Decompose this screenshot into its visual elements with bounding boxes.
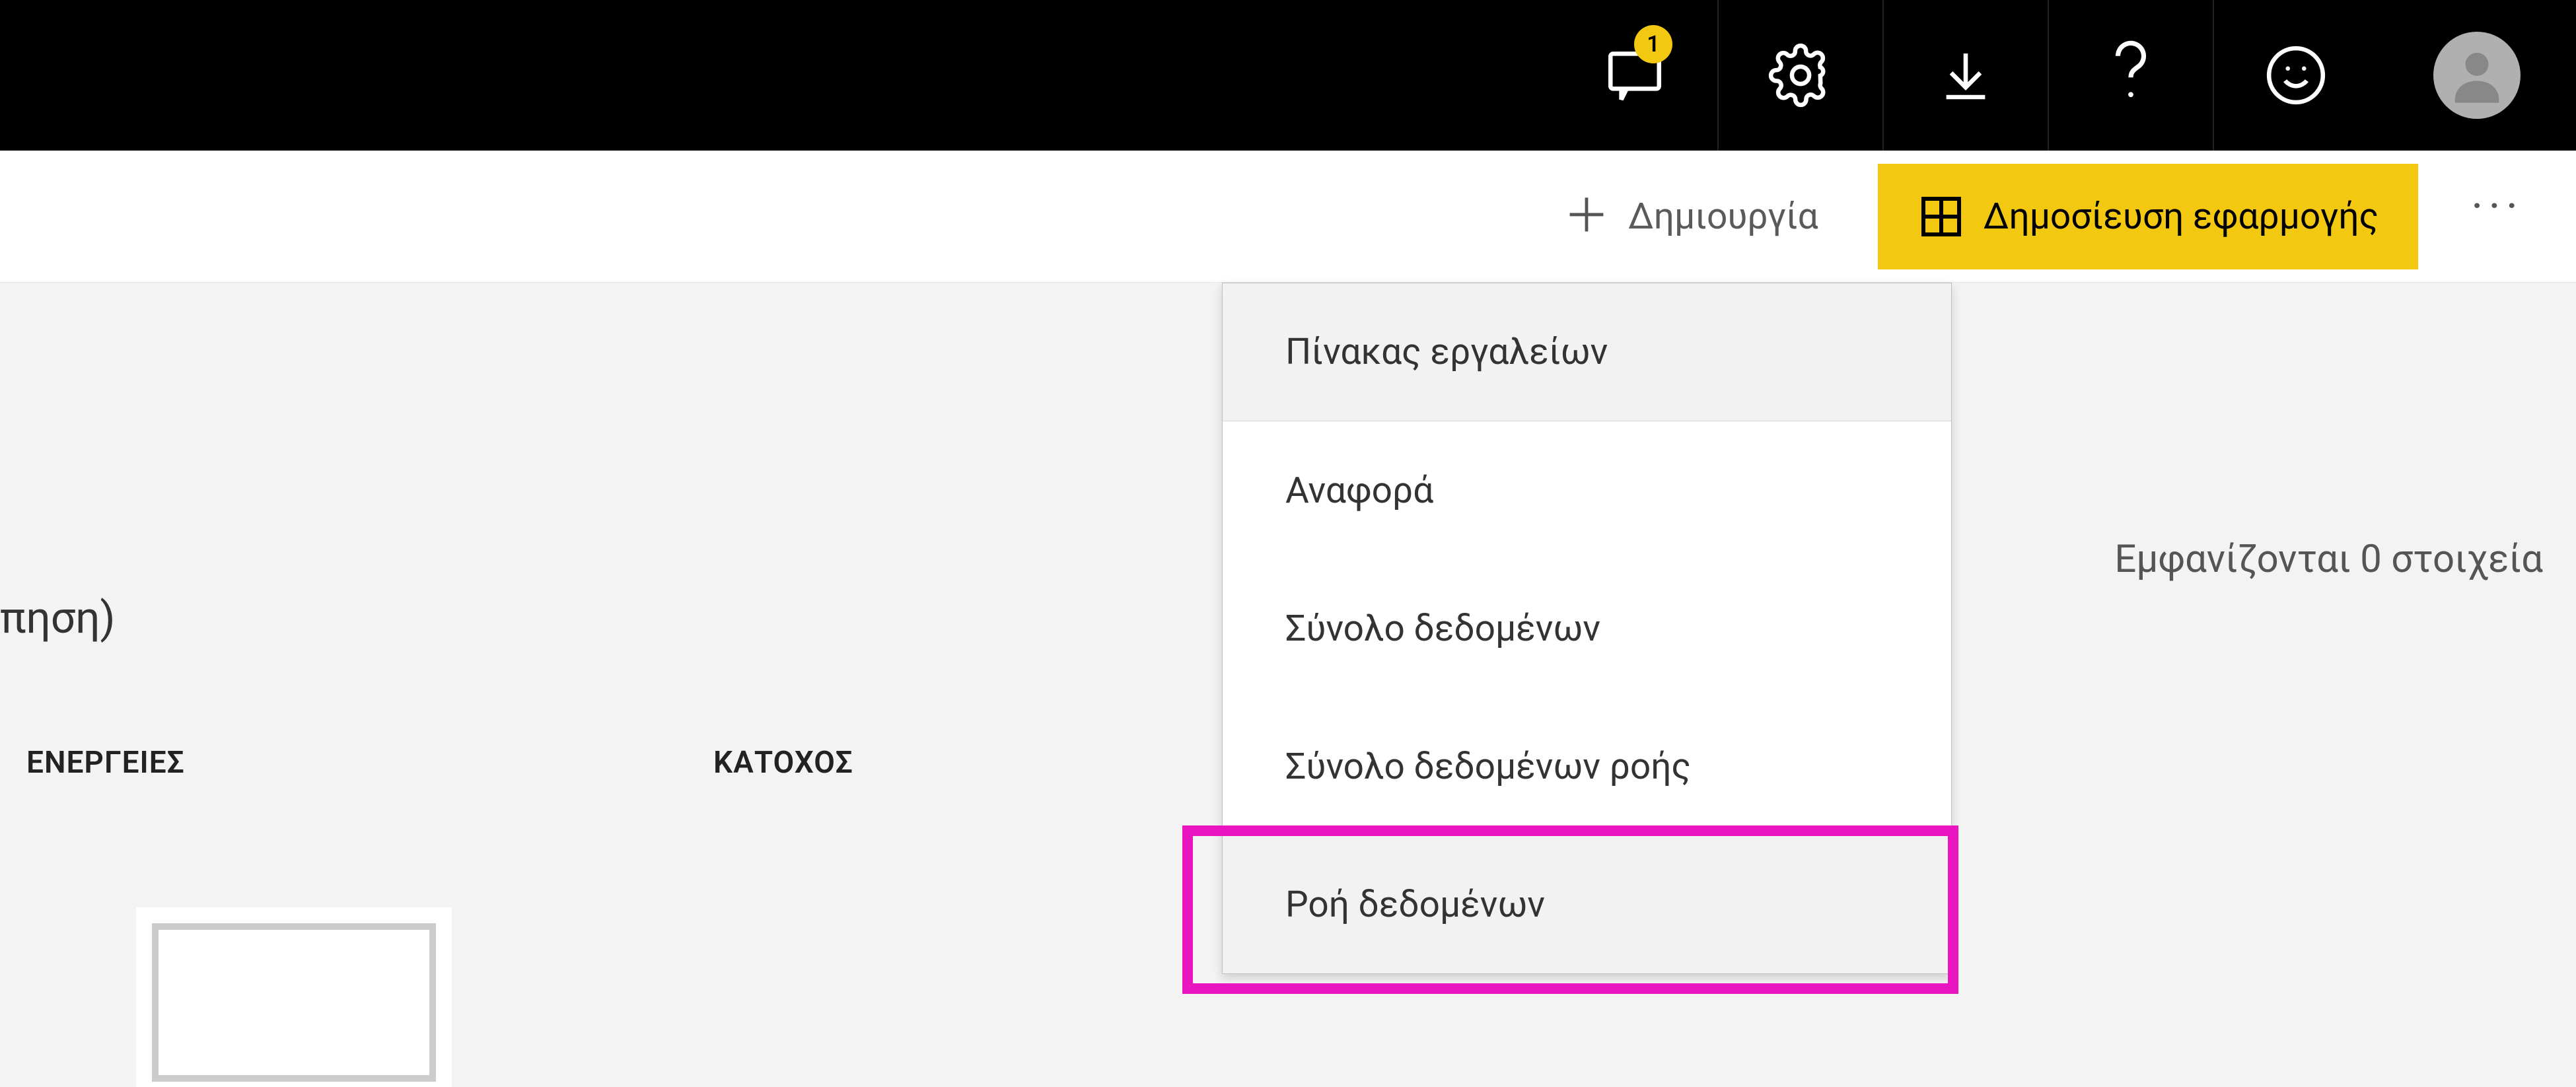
download-icon [1937, 46, 1995, 104]
gear-icon [1768, 43, 1833, 108]
create-button[interactable]: ＋ Δημιουργία [1544, 182, 1838, 251]
profile-button[interactable] [2378, 0, 2576, 151]
create-label: Δημιουργία [1628, 195, 1818, 238]
items-count-label: Εμφανίζονται 0 στοιχεία [2114, 537, 2543, 582]
person-icon [2444, 42, 2510, 108]
dropdown-item-dataflow[interactable]: Ροή δεδομένων [1223, 835, 1951, 973]
dropdown-item-report[interactable]: Αναφορά [1223, 421, 1951, 559]
column-owner: ΚΑΤΟΧΟΣ [713, 745, 853, 781]
truncated-text: πηση) [0, 593, 116, 644]
more-options-button[interactable]: ··· [2458, 207, 2536, 227]
smiley-icon [2264, 43, 2328, 108]
publish-app-button[interactable]: Δημοσίευση εφαρμογής [1878, 164, 2418, 269]
notifications-button[interactable]: 1 [1552, 0, 1717, 151]
actionbar: ＋ Δημιουργία Δημοσίευση εφαρμογής ··· [0, 151, 2576, 283]
topbar: 1 [0, 0, 2576, 151]
avatar [2433, 32, 2521, 119]
content-preview-tile [152, 923, 436, 1082]
download-button[interactable] [1882, 0, 2048, 151]
dropdown-item-streaming-dataset[interactable]: Σύνολο δεδομένων ροής [1223, 697, 1951, 835]
create-dropdown: Πίνακας εργαλείων Αναφορά Σύνολο δεδομέν… [1222, 283, 1952, 974]
notification-badge: 1 [1634, 25, 1672, 63]
column-headers: ΕΝΕΡΓΕΙΕΣ ΚΑΤΟΧΟΣ [0, 745, 853, 781]
publish-label: Δημοσίευση εφαρμογής [1984, 195, 2379, 238]
dropdown-item-dataset[interactable]: Σύνολο δεδομένων [1223, 559, 1951, 697]
feedback-button[interactable] [2213, 0, 2378, 151]
settings-button[interactable] [1717, 0, 1882, 151]
question-icon [2105, 36, 2157, 114]
app-grid-icon [1917, 193, 1965, 240]
ellipsis-icon: ··· [2471, 180, 2523, 234]
help-button[interactable] [2048, 0, 2213, 151]
dropdown-item-dashboard[interactable]: Πίνακας εργαλείων [1223, 283, 1951, 421]
column-actions: ΕΝΕΡΓΕΙΕΣ [26, 745, 713, 781]
